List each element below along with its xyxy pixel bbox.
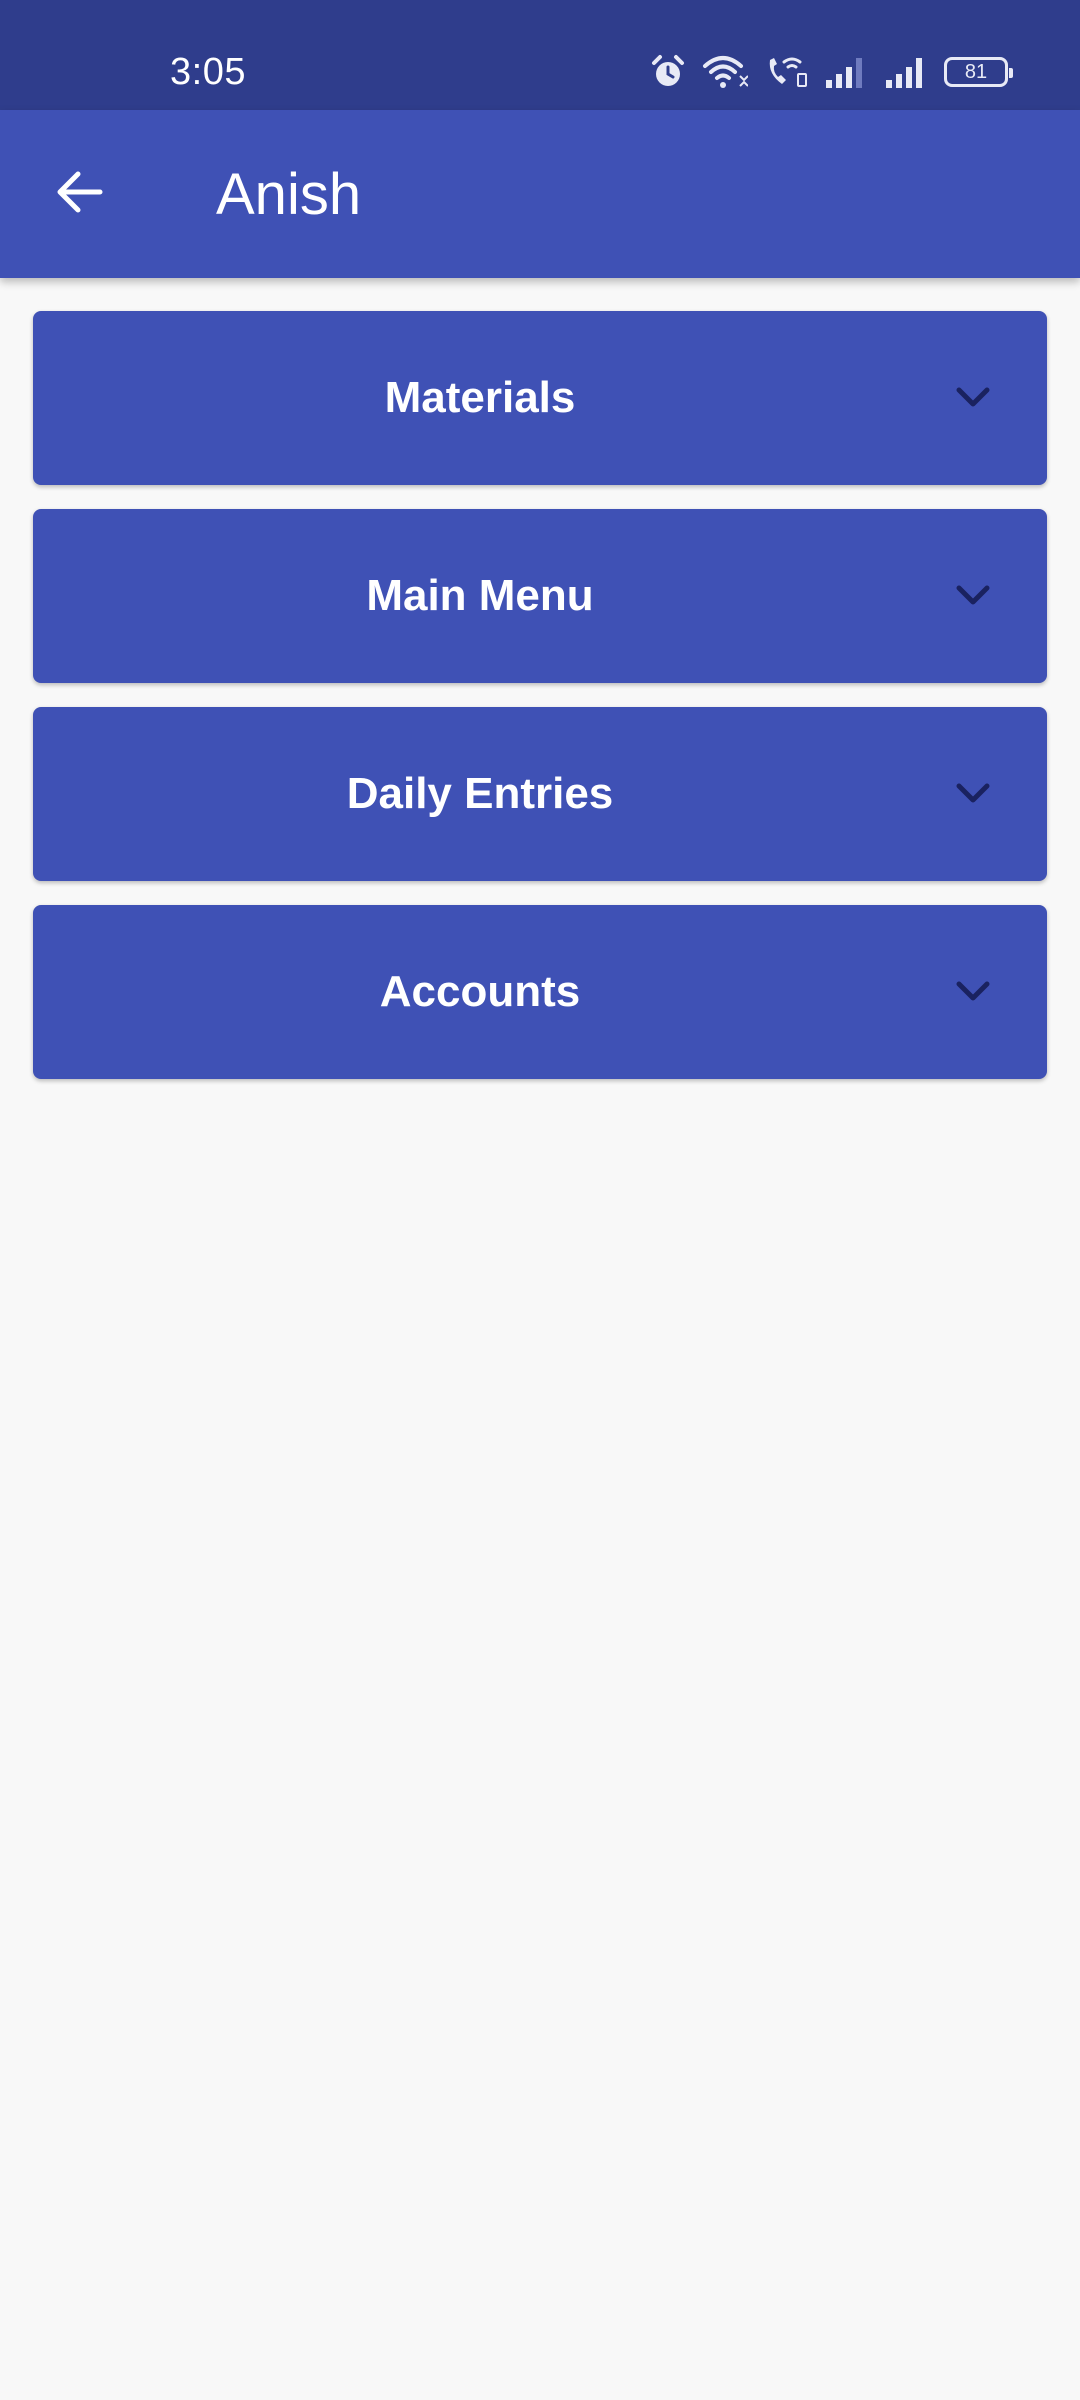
page-title: Anish: [216, 162, 362, 227]
section-materials[interactable]: Materials: [33, 311, 1047, 485]
section-label: Main Menu: [366, 571, 594, 620]
section-label: Materials: [384, 373, 576, 422]
section-accounts[interactable]: Accounts: [33, 905, 1047, 1079]
app-bar: Anish: [0, 110, 1080, 278]
section-label: Daily Entries: [346, 769, 614, 818]
alarm-icon: [650, 54, 686, 90]
battery-level: 81: [964, 60, 988, 83]
chevron-down-icon[interactable]: [953, 576, 993, 616]
status-icons: 81: [650, 46, 1013, 98]
signal-icon-1: [824, 54, 868, 90]
section-main-menu[interactable]: Main Menu: [33, 509, 1047, 683]
wifi-icon: [702, 54, 748, 90]
signal-icon-2: [884, 54, 928, 90]
chevron-down-icon[interactable]: [953, 774, 993, 814]
back-button[interactable]: [36, 152, 120, 236]
status-bar: 3:05 81: [0, 0, 1080, 110]
chevron-down-icon[interactable]: [953, 972, 993, 1012]
status-time: 3:05: [170, 51, 246, 93]
section-daily-entries[interactable]: Daily Entries: [33, 707, 1047, 881]
section-list: Materials Main Menu Daily Entries Accoun…: [33, 311, 1047, 1103]
arrow-back-icon: [52, 166, 104, 223]
chevron-down-icon[interactable]: [953, 378, 993, 418]
wifi-calling-icon: [764, 54, 808, 90]
section-label: Accounts: [379, 967, 581, 1016]
battery-icon: 81: [944, 57, 1013, 87]
